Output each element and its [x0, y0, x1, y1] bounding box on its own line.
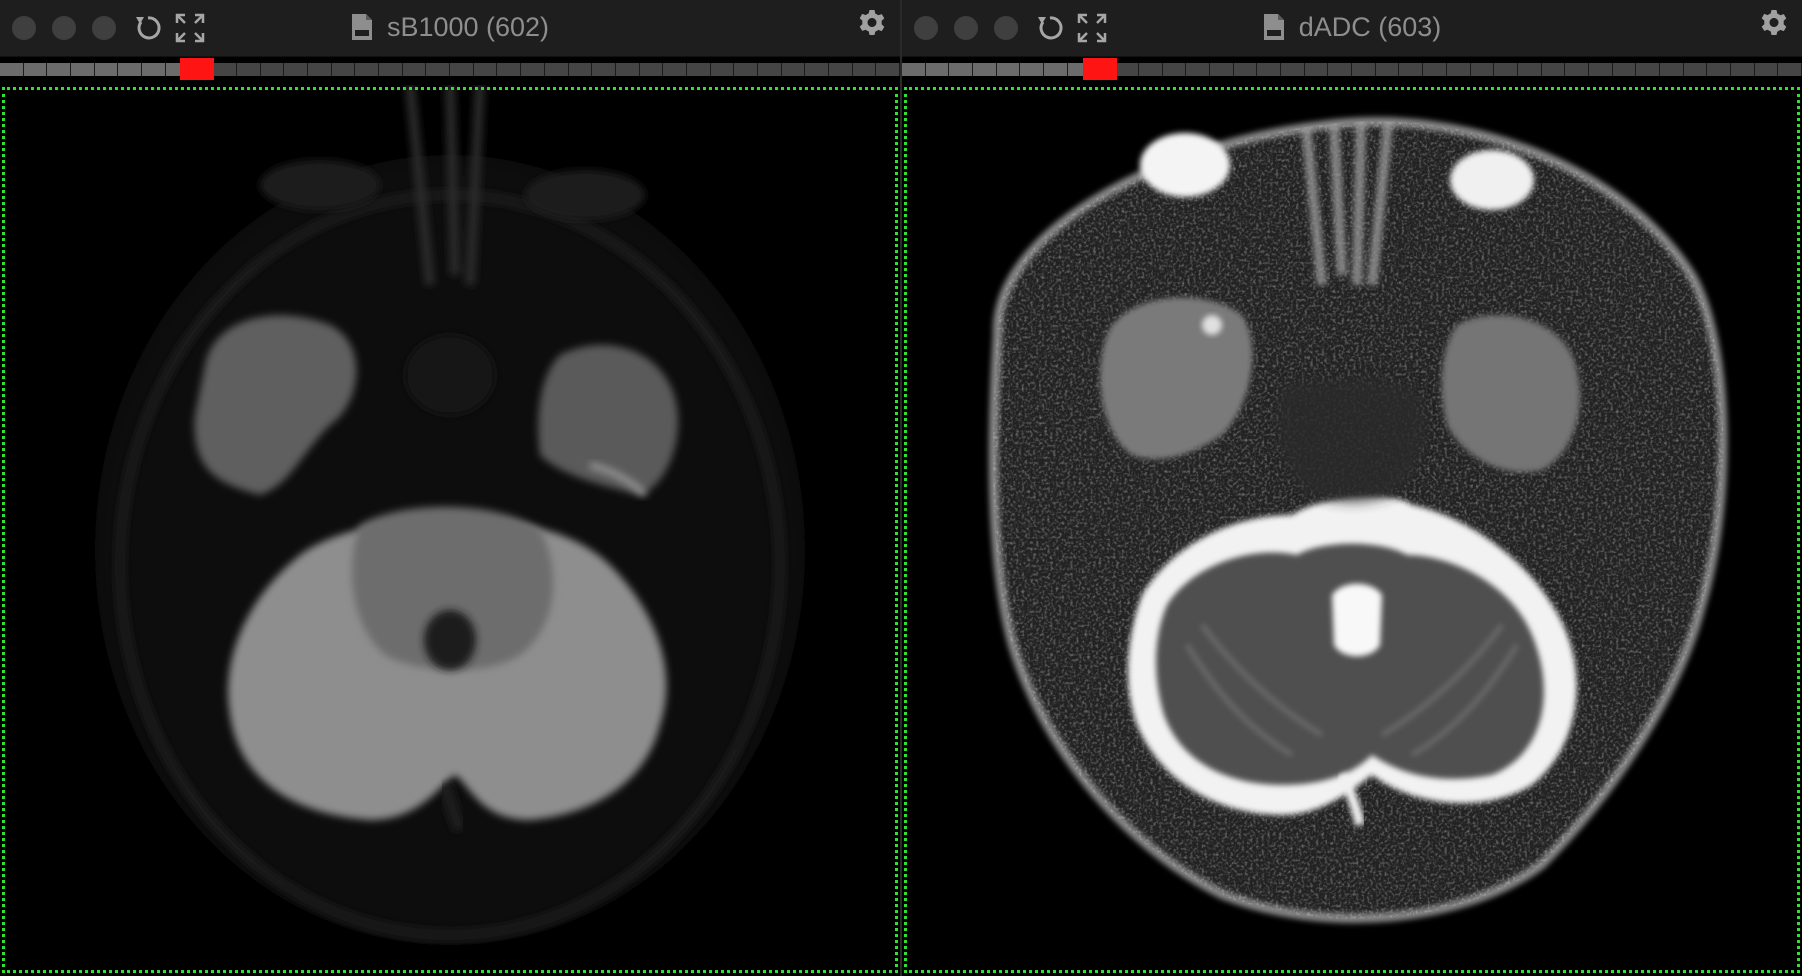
slice-navigator[interactable]: [902, 63, 1802, 76]
viewer-title: sB1000 (602): [0, 10, 900, 44]
dwi-image[interactable]: [0, 85, 900, 976]
viewer-title: dADC (603): [902, 10, 1802, 44]
viewer-workspace: sB1000 (602) dADC (603): [0, 0, 1802, 976]
viewer-titlebar[interactable]: sB1000 (602): [0, 0, 900, 57]
viewer-titlebar[interactable]: dADC (603): [902, 0, 1802, 57]
dicom-file-icon: [351, 13, 373, 41]
viewer-sb1000[interactable]: sB1000 (602): [0, 0, 900, 976]
gear-icon[interactable]: [1758, 8, 1790, 40]
gear-icon[interactable]: [856, 8, 888, 40]
slice-navigator[interactable]: [0, 63, 900, 76]
viewer-title-text: dADC (603): [1298, 12, 1442, 42]
viewer-title-text: sB1000 (602): [386, 12, 550, 42]
current-slice-marker[interactable]: [1083, 58, 1117, 80]
dicom-file-icon: [1263, 13, 1285, 41]
viewer-dadc[interactable]: dADC (603): [902, 0, 1802, 976]
current-slice-marker[interactable]: [180, 58, 214, 80]
adc-image[interactable]: [902, 85, 1802, 976]
